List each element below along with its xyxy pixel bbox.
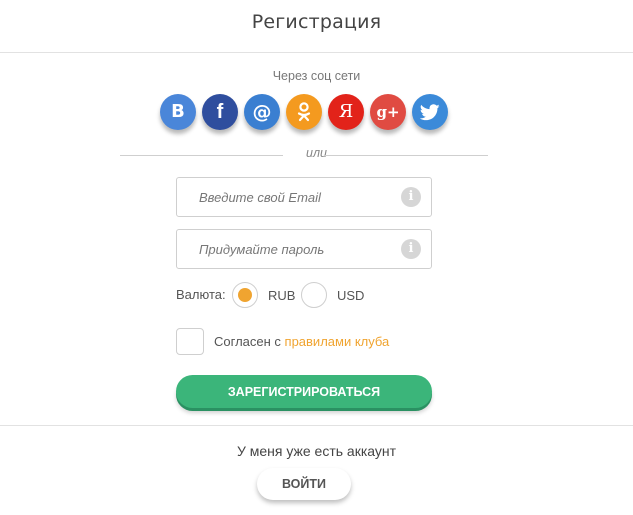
have-account-text: У меня уже есть аккаунт <box>236 443 397 459</box>
page-title: Регистрация <box>251 11 382 33</box>
twitter-icon <box>420 103 440 120</box>
yandex-button[interactable]: Я <box>328 94 364 130</box>
info-icon[interactable]: i <box>401 187 421 207</box>
info-icon[interactable]: i <box>401 239 421 259</box>
club-rules-link[interactable]: правилами клуба <box>285 334 390 349</box>
twitter-button[interactable] <box>412 94 448 130</box>
password-input[interactable] <box>177 230 397 268</box>
radio-selected-dot <box>238 288 252 302</box>
mailru-icon: @ <box>252 100 272 123</box>
login-button[interactable]: ВОЙТИ <box>257 468 351 500</box>
currency-label-usd: USD <box>337 288 365 303</box>
header: Регистрация <box>0 0 633 53</box>
divider-right <box>324 155 488 156</box>
email-input[interactable] <box>177 178 397 216</box>
social-label: Через соц сети <box>272 69 361 83</box>
social-buttons: В f @ Я g+ <box>0 93 633 137</box>
facebook-button[interactable]: f <box>202 94 238 130</box>
google-plus-icon: g+ <box>376 102 400 121</box>
agree-text: Согласен с правилами клуба <box>214 334 389 349</box>
vk-button[interactable]: В <box>160 94 196 130</box>
currency-radio-rub[interactable] <box>232 282 258 308</box>
odnoklassniki-icon <box>297 102 311 122</box>
facebook-icon: f <box>216 101 224 123</box>
agree-checkbox[interactable] <box>176 328 204 355</box>
yandex-icon: Я <box>338 101 354 122</box>
currency-radio-usd[interactable] <box>301 282 327 308</box>
google-plus-button[interactable]: g+ <box>370 94 406 130</box>
currency-label: Валюта: <box>176 287 226 302</box>
or-label: или <box>306 146 327 160</box>
agree-prefix: Согласен с <box>214 334 285 349</box>
email-field: i <box>176 177 432 217</box>
password-field: i <box>176 229 432 269</box>
mailru-button[interactable]: @ <box>244 94 280 130</box>
odnoklassniki-button[interactable] <box>286 94 322 130</box>
currency-label-rub: RUB <box>268 288 296 303</box>
footer-divider <box>0 425 633 426</box>
register-button[interactable]: ЗАРЕГИСТРИРОВАТЬСЯ <box>176 375 432 408</box>
vk-icon: В <box>171 101 185 122</box>
